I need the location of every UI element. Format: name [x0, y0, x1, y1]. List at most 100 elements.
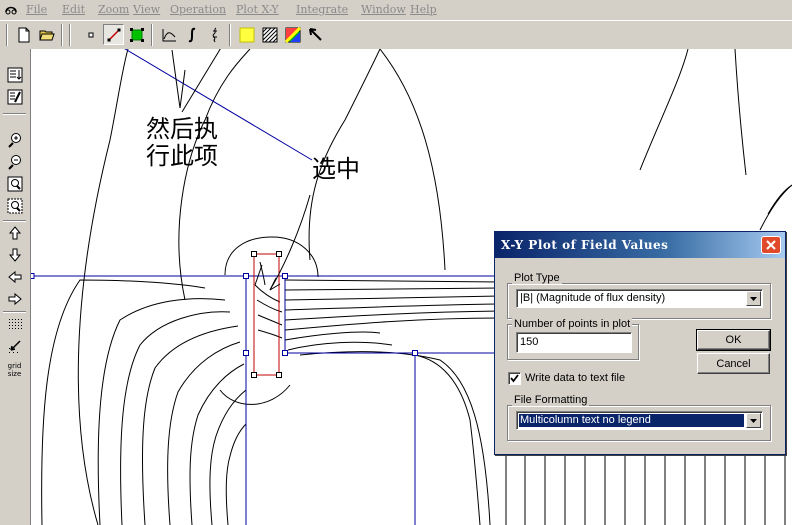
- arrow-left-icon: [7, 270, 21, 284]
- toolbar-separator: [61, 24, 63, 46]
- ok-button[interactable]: OK: [696, 329, 771, 351]
- toolbar-separator: [229, 24, 231, 46]
- dialog-close-button[interactable]: [761, 236, 781, 254]
- write-data-checkbox[interactable]: [508, 372, 521, 385]
- cancel-button[interactable]: Cancel: [697, 353, 770, 374]
- point-mode-button[interactable]: [80, 24, 101, 45]
- plot-type-select[interactable]: |B| (Magnitude of flux density): [516, 289, 763, 308]
- chevron-down-icon: [750, 418, 757, 423]
- zoom-out-icon: [7, 155, 21, 170]
- line-integral-icon: [212, 27, 217, 42]
- grid-size-label: size: [7, 370, 22, 378]
- grid-dots-icon: [8, 319, 22, 329]
- menu-help[interactable]: Help: [410, 3, 437, 16]
- file-formatting-dropdown-button[interactable]: [746, 413, 761, 428]
- arrow-right-icon: [8, 292, 22, 306]
- zoom-window-icon: [7, 198, 22, 214]
- area-mode-button[interactable]: [126, 24, 147, 45]
- chevron-down-icon: [750, 296, 757, 301]
- zoom-natural-button[interactable]: [4, 174, 25, 194]
- menu-bar: File Edit Zoom View Operation Plot X-Y I…: [0, 0, 792, 20]
- geometry-nodes: [31, 273, 418, 356]
- snap-grid-button[interactable]: [4, 337, 25, 357]
- arrow-down-icon: [8, 248, 21, 262]
- area-mode-icon: [129, 27, 144, 42]
- cancel-label: Cancel: [716, 357, 751, 370]
- integrate-button[interactable]: [181, 24, 202, 45]
- zoom-in-button[interactable]: [4, 130, 25, 150]
- menu-view[interactable]: View: [133, 3, 160, 16]
- plot-type-dropdown-button[interactable]: [746, 291, 761, 306]
- menu-window[interactable]: Window: [361, 3, 406, 16]
- close-icon: [766, 240, 776, 250]
- open-file-button[interactable]: [36, 24, 57, 45]
- color-map-button[interactable]: [282, 24, 303, 45]
- density-plot-icon: [239, 27, 254, 42]
- select-pointer-button[interactable]: [305, 24, 326, 45]
- arrow-pointer-icon: [308, 27, 322, 41]
- left-toolbar-separator: [3, 311, 26, 313]
- menu-plot-xy[interactable]: Plot X-Y: [236, 3, 279, 16]
- points-label: Number of points in plot: [512, 318, 633, 330]
- open-folder-icon: [38, 30, 55, 40]
- left-toolbar: grid size: [0, 49, 31, 525]
- snap-to-grid-icon: [8, 340, 21, 353]
- hatch-pattern-icon: [262, 27, 277, 42]
- integral-icon: [188, 27, 195, 42]
- zoom-window-button[interactable]: [4, 196, 25, 216]
- point-mode-icon: [88, 32, 93, 37]
- contour-line-icon: [107, 28, 120, 41]
- points-value: 150: [520, 336, 539, 348]
- new-file-icon: [18, 27, 29, 42]
- points-input[interactable]: 150: [516, 332, 632, 353]
- toolbar-separator: [151, 24, 153, 46]
- zoom-natural-icon: [7, 176, 22, 192]
- xy-plot-dialog: X-Y Plot of Field Values Plot Type |B| (…: [494, 231, 786, 455]
- dialog-title-bar[interactable]: X-Y Plot of Field Values: [495, 232, 785, 258]
- zoom-in-icon: [7, 133, 21, 148]
- menu-file[interactable]: File: [26, 3, 47, 16]
- menu-integrate[interactable]: Integrate: [296, 3, 348, 16]
- file-formatting-label: File Formatting: [512, 394, 590, 406]
- show-density-button[interactable]: [236, 24, 257, 45]
- show-vectors-button[interactable]: [259, 24, 280, 45]
- dialog-title: X-Y Plot of Field Values: [501, 238, 669, 252]
- edit-props-button[interactable]: [4, 87, 25, 107]
- file-formatting-value: Multicolumn text no legend: [520, 414, 651, 426]
- pan-right-button[interactable]: [4, 289, 25, 309]
- zoom-out-button[interactable]: [4, 152, 25, 172]
- left-toolbar-separator: [3, 220, 26, 222]
- grid-size-button[interactable]: grid size: [4, 359, 25, 381]
- annotation-select: 选中: [312, 155, 360, 183]
- new-file-button[interactable]: [13, 24, 34, 45]
- show-grid-button[interactable]: [4, 315, 25, 335]
- grid-size-label: grid: [7, 362, 22, 370]
- menu-zoom[interactable]: Zoom: [98, 3, 129, 16]
- arrow-up-icon: [8, 226, 21, 240]
- selected-contour: [251, 251, 282, 378]
- edit-properties-icon: [7, 89, 22, 105]
- contour-mode-button[interactable]: [103, 24, 124, 45]
- left-toolbar-separator: [3, 113, 26, 115]
- line-integral-button[interactable]: [204, 24, 225, 45]
- pan-up-button[interactable]: [4, 223, 25, 243]
- sort-button[interactable]: [4, 65, 25, 85]
- annotation-then-execute-line2: 行此项: [146, 142, 218, 170]
- ok-label: OK: [725, 334, 742, 346]
- color-gradient-icon: [284, 26, 301, 43]
- plot-type-label: Plot Type: [512, 272, 562, 284]
- menu-operation[interactable]: Operation: [170, 3, 226, 16]
- geometry-lines: [31, 49, 494, 525]
- write-data-label[interactable]: Write data to text file: [525, 372, 625, 384]
- plot-xy-button[interactable]: [158, 24, 179, 45]
- plot-type-value: |B| (Magnitude of flux density): [520, 292, 666, 304]
- menu-edit[interactable]: Edit: [62, 3, 85, 16]
- toolbar-grip: [6, 24, 8, 46]
- pan-down-button[interactable]: [4, 245, 25, 265]
- sort-list-icon: [7, 67, 22, 83]
- main-toolbar: [0, 20, 792, 50]
- file-formatting-select[interactable]: Multicolumn text no legend: [516, 411, 763, 430]
- toolbar-grip: [69, 24, 71, 46]
- pan-left-button[interactable]: [4, 267, 25, 287]
- app-logo-icon: [5, 6, 17, 15]
